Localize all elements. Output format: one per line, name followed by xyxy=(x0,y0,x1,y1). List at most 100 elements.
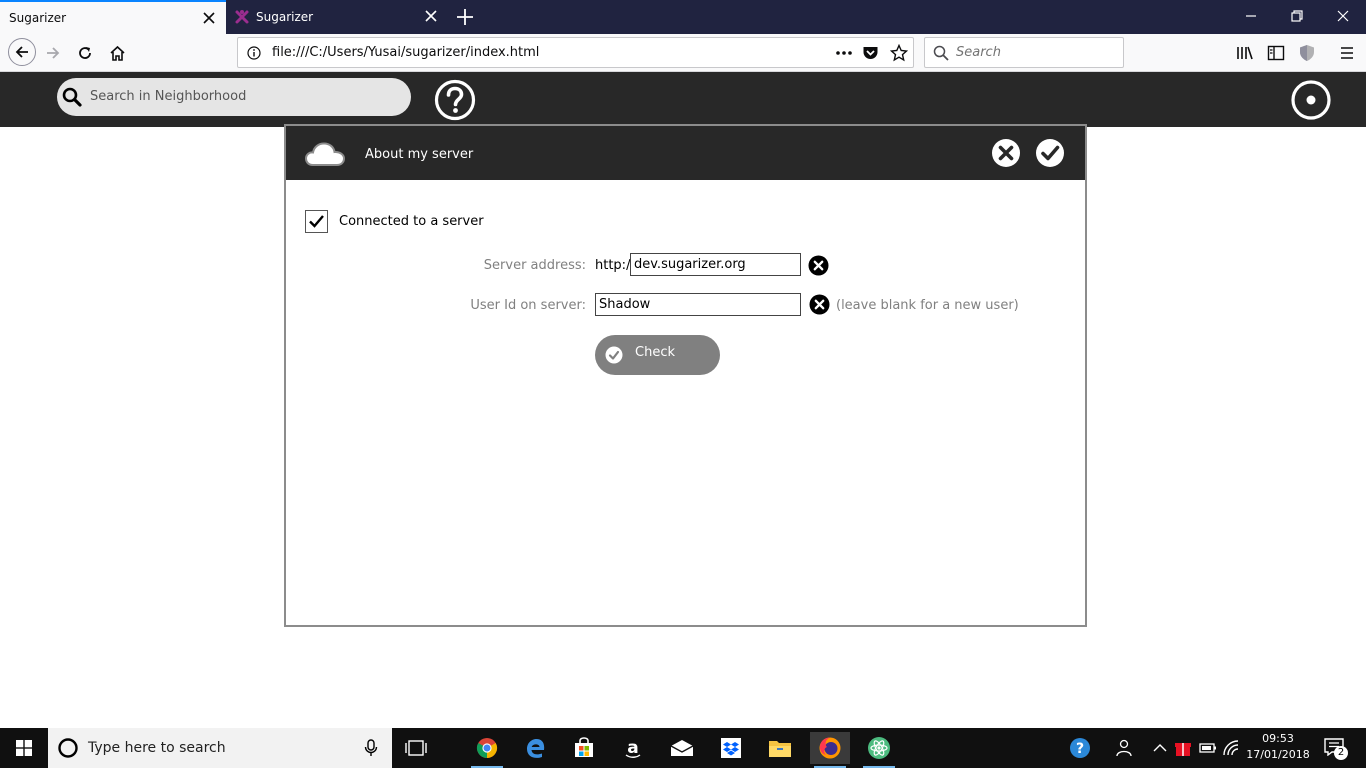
svg-text:a: a xyxy=(627,738,638,758)
gift-tray-icon[interactable] xyxy=(1173,738,1193,758)
pocket-icon[interactable] xyxy=(862,45,879,61)
user-id-hint: (leave blank for a new user) xyxy=(836,298,1019,313)
check-circle-icon xyxy=(605,346,623,364)
notification-count: 2 xyxy=(1334,746,1348,760)
taskbar-store[interactable] xyxy=(564,732,604,764)
atom-icon xyxy=(868,737,890,759)
battery-icon[interactable] xyxy=(1198,738,1218,758)
taskbar-firefox[interactable] xyxy=(810,732,850,768)
cancel-icon[interactable] xyxy=(991,138,1021,168)
forward-arrow-icon xyxy=(47,47,60,59)
user-id-input[interactable] xyxy=(595,293,801,316)
file-explorer-icon xyxy=(769,741,791,757)
info-icon[interactable] xyxy=(247,46,261,60)
minimize-icon[interactable] xyxy=(1243,8,1259,24)
browser-search-field[interactable]: Search xyxy=(924,37,1124,68)
shield-icon xyxy=(1300,45,1314,61)
clear-server-address-icon[interactable] xyxy=(808,255,829,276)
task-view-icon xyxy=(405,740,427,756)
browser-navbar: file:///C:/Users/Yusai/sugarizer/index.h… xyxy=(0,34,1366,72)
clock-date: 17/01/2018 xyxy=(1246,748,1310,761)
server-address-input[interactable] xyxy=(630,253,801,276)
search-placeholder: Search xyxy=(956,45,1001,60)
edge-icon xyxy=(527,739,545,758)
search-icon xyxy=(933,45,949,61)
check-button[interactable]: Check xyxy=(595,335,720,375)
windows-taskbar: Type here to search a ? 09:53 17/01/2018… xyxy=(0,728,1366,768)
restore-icon[interactable] xyxy=(1289,8,1305,24)
tab-title: Sugarizer xyxy=(256,10,314,24)
taskbar-atom[interactable] xyxy=(859,732,899,768)
dialog-title: About my server xyxy=(365,147,474,162)
library-button[interactable] xyxy=(1232,40,1258,66)
home-button[interactable] xyxy=(104,40,130,66)
reload-button[interactable] xyxy=(72,40,98,66)
dialog-header: About my server xyxy=(286,126,1085,180)
browser-tabstrip: Sugarizer Sugarizer xyxy=(0,0,1366,34)
chrome-icon xyxy=(476,738,498,759)
neighborhood-search-placeholder: Search in Neighborhood xyxy=(90,89,247,104)
help-icon[interactable] xyxy=(434,79,476,121)
chevron-up-icon[interactable] xyxy=(1150,738,1170,758)
tab-title: Sugarizer xyxy=(9,11,67,25)
neighborhood-search-input[interactable]: Search in Neighborhood xyxy=(57,78,411,116)
library-icon xyxy=(1237,46,1253,60)
confirm-icon[interactable] xyxy=(1035,138,1065,168)
taskbar-edge[interactable] xyxy=(516,732,556,764)
close-tab-icon[interactable] xyxy=(424,9,438,23)
taskbar-amazon[interactable]: a xyxy=(613,732,653,764)
search-icon xyxy=(62,87,82,107)
help-tray-icon[interactable]: ? xyxy=(1069,737,1091,759)
sidebar-icon xyxy=(1267,45,1285,61)
home-view-icon[interactable] xyxy=(1290,79,1332,121)
close-window-icon[interactable] xyxy=(1335,8,1351,24)
close-tab-icon[interactable] xyxy=(202,11,216,25)
start-button[interactable] xyxy=(0,728,48,768)
url-text: file:///C:/Users/Yusai/sugarizer/index.h… xyxy=(272,45,540,60)
menu-button[interactable] xyxy=(1334,40,1360,66)
user-id-label: User Id on server: xyxy=(470,298,586,313)
new-tab-icon[interactable] xyxy=(455,7,475,27)
cloud-icon xyxy=(304,142,346,166)
taskbar-search-placeholder: Type here to search xyxy=(88,740,226,756)
browser-tab-inactive[interactable]: Sugarizer xyxy=(226,0,448,34)
sidebar-button[interactable] xyxy=(1263,40,1289,66)
task-view-button[interactable] xyxy=(396,732,436,764)
hamburger-menu-icon xyxy=(1341,47,1353,59)
taskbar-dropbox[interactable] xyxy=(711,732,751,764)
clock-time: 09:53 xyxy=(1262,732,1294,745)
amazon-icon: a xyxy=(625,738,641,758)
clear-user-id-icon[interactable] xyxy=(809,294,830,315)
microphone-icon[interactable] xyxy=(364,739,378,757)
browser-tab-active[interactable]: Sugarizer xyxy=(0,0,226,34)
wifi-icon[interactable] xyxy=(1221,738,1241,758)
forward-button[interactable] xyxy=(40,40,66,66)
home-icon xyxy=(109,45,125,61)
bookmark-star-icon[interactable] xyxy=(890,44,908,62)
taskbar-search-box[interactable]: Type here to search xyxy=(48,728,392,768)
connected-checkbox[interactable] xyxy=(305,210,328,233)
taskbar-chrome[interactable] xyxy=(467,732,507,768)
windows-logo-icon xyxy=(16,740,32,756)
system-clock[interactable]: 09:53 17/01/2018 xyxy=(1240,731,1316,763)
checkmark-icon xyxy=(309,215,324,228)
privacy-badge-button[interactable] xyxy=(1294,40,1320,66)
page-actions-icon[interactable] xyxy=(835,46,853,60)
back-arrow-icon xyxy=(15,46,28,58)
dropbox-icon xyxy=(721,738,741,758)
check-button-label: Check xyxy=(635,345,675,360)
action-center-button[interactable]: 2 xyxy=(1322,736,1348,760)
back-button[interactable] xyxy=(8,38,36,66)
server-address-label: Server address: xyxy=(483,258,586,273)
server-prefix: http:// xyxy=(595,258,635,273)
sugarizer-toolbar: Search in Neighborhood xyxy=(0,72,1366,127)
people-icon[interactable] xyxy=(1114,738,1134,758)
connected-label: Connected to a server xyxy=(339,214,484,229)
store-icon xyxy=(575,737,593,757)
server-settings-dialog: About my server Connected to a server Se… xyxy=(284,124,1087,627)
mail-icon xyxy=(670,740,694,756)
url-bar[interactable]: file:///C:/Users/Yusai/sugarizer/index.h… xyxy=(237,37,914,68)
taskbar-file-explorer[interactable] xyxy=(760,732,800,764)
taskbar-mail[interactable] xyxy=(662,732,702,764)
sugarizer-favicon-icon xyxy=(235,10,249,24)
